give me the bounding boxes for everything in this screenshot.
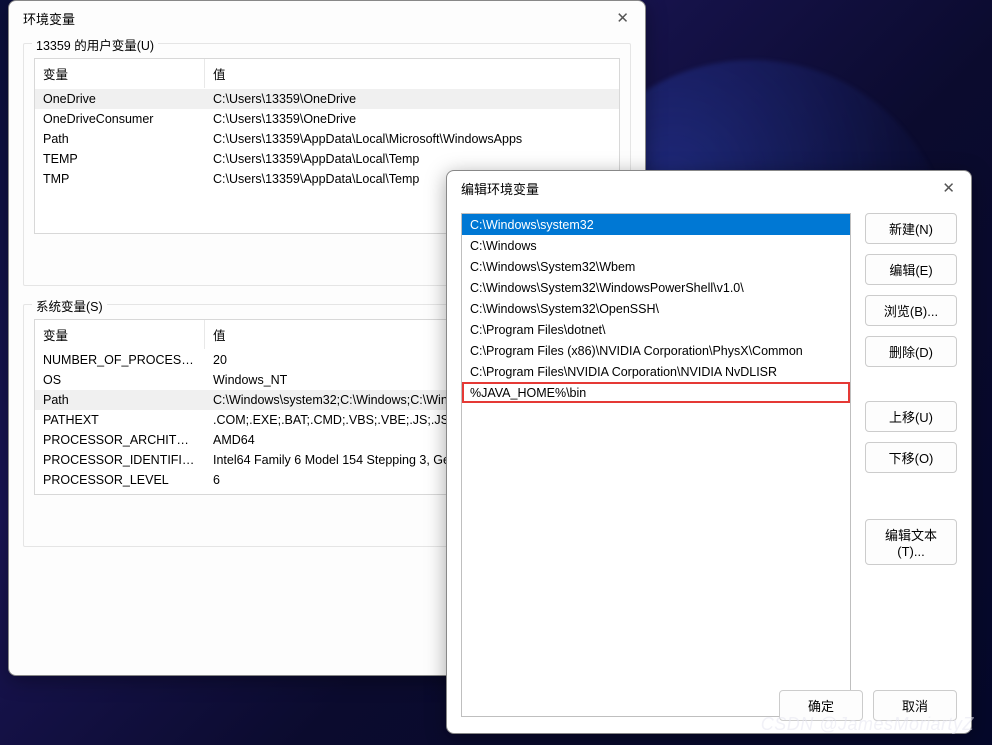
cell-variable: PROCESSOR_ARCHITECT... [35,430,205,450]
list-item[interactable]: C:\Windows [462,235,850,256]
path-listbox[interactable]: C:\Windows\system32C:\WindowsC:\Windows\… [461,213,851,717]
watermark: CSDN @JamesMoriartyZ [761,714,974,735]
cell-value: C:\Users\13359\OneDrive [205,89,619,109]
table-row[interactable]: OneDriveC:\Users\13359\OneDrive [35,89,619,109]
list-item[interactable]: C:\Windows\System32\WindowsPowerShell\v1… [462,277,850,298]
edit-text-button[interactable]: 编辑文本(T)... [865,519,957,565]
cell-value: C:\Users\13359\AppData\Local\Microsoft\W… [205,129,619,149]
cell-variable: TMP [35,169,205,189]
edit-env-var-dialog: 编辑环境变量 ✕ C:\Windows\system32C:\WindowsC:… [446,170,972,734]
titlebar: 编辑环境变量 ✕ [447,171,971,203]
cell-variable: Path [35,390,205,410]
cell-variable: OS [35,370,205,390]
cell-variable: NUMBER_OF_PROCESSORS [35,350,205,370]
titlebar: 环境变量 ✕ [9,1,645,33]
list-item[interactable]: %JAVA_HOME%\bin [462,382,850,403]
move-up-button[interactable]: 上移(U) [865,401,957,432]
user-vars-legend: 13359 的用户变量(U) [32,35,158,54]
move-down-button[interactable]: 下移(O) [865,442,957,473]
list-item[interactable]: C:\Windows\system32 [462,214,850,235]
dialog-title: 环境变量 [23,9,75,28]
edit-button[interactable]: 编辑(E) [865,254,957,285]
system-vars-legend: 系统变量(S) [32,296,107,315]
cell-variable: Path [35,129,205,149]
list-item[interactable]: C:\Program Files (x86)\NVIDIA Corporatio… [462,340,850,361]
delete-button[interactable]: 删除(D) [865,336,957,367]
cell-variable: PROCESSOR_LEVEL [35,470,205,490]
cell-value: C:\Users\13359\OneDrive [205,109,619,129]
table-row[interactable]: PathC:\Users\13359\AppData\Local\Microso… [35,129,619,149]
new-button[interactable]: 新建(N) [865,213,957,244]
col-value[interactable]: 值 [205,59,619,88]
browse-button[interactable]: 浏览(B)... [865,295,957,326]
dialog-title: 编辑环境变量 [461,179,539,198]
close-icon[interactable]: ✕ [612,7,633,29]
list-item[interactable]: C:\Windows\System32\OpenSSH\ [462,298,850,319]
edit-buttons-sidebar: 新建(N) 编辑(E) 浏览(B)... 删除(D) 上移(U) 下移(O) 编… [865,213,957,717]
col-variable[interactable]: 变量 [35,59,205,88]
table-row[interactable]: TEMPC:\Users\13359\AppData\Local\Temp [35,149,619,169]
list-item[interactable]: C:\Windows\System32\Wbem [462,256,850,277]
col-variable[interactable]: 变量 [35,320,205,349]
list-item[interactable]: C:\Program Files\dotnet\ [462,319,850,340]
table-row[interactable]: OneDriveConsumerC:\Users\13359\OneDrive [35,109,619,129]
close-icon[interactable]: ✕ [938,177,959,199]
cell-variable: PROCESSOR_IDENTIFIER [35,450,205,470]
cell-value: C:\Users\13359\AppData\Local\Temp [205,149,619,169]
cell-variable: OneDriveConsumer [35,109,205,129]
list-item[interactable]: C:\Program Files\NVIDIA Corporation\NVID… [462,361,850,382]
cell-variable: OneDrive [35,89,205,109]
cell-variable: TEMP [35,149,205,169]
table-header: 变量 值 [35,59,619,89]
cell-variable: PATHEXT [35,410,205,430]
